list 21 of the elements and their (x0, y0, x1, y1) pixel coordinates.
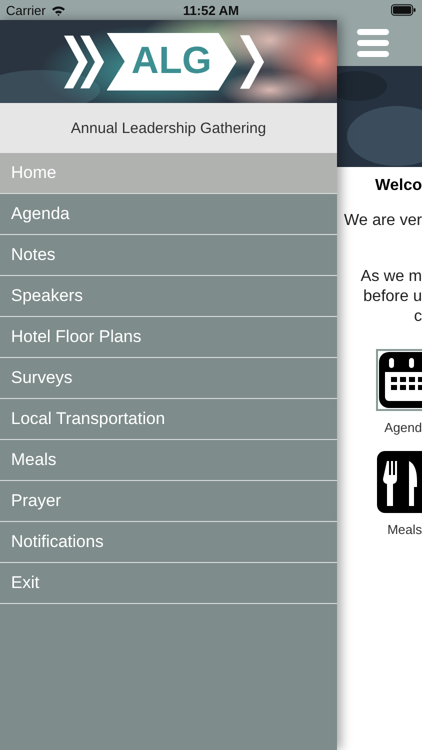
paragraph-line: c (414, 307, 422, 327)
menu-item[interactable]: Notifications (0, 522, 337, 563)
menu-item[interactable]: Prayer (0, 481, 337, 522)
menu-item[interactable]: Surveys (0, 358, 337, 399)
status-time: 11:52 AM (182, 2, 240, 18)
menu-item[interactable]: Hotel Floor Plans (0, 317, 337, 358)
paragraph-line: We are ver (344, 211, 422, 231)
menu-item[interactable]: Exit (0, 563, 337, 604)
tile-label[interactable]: Agend (384, 420, 422, 435)
menu-item[interactable]: Home (0, 153, 337, 194)
paragraph-line: As we m (360, 267, 422, 287)
menu-item[interactable]: Local Transportation (0, 399, 337, 440)
menu-item[interactable]: Meals (0, 440, 337, 481)
tile-label[interactable]: Meals (387, 522, 422, 537)
app-subtitle: Annual Leadership Gathering (0, 103, 337, 153)
menu-item[interactable]: Speakers (0, 276, 337, 317)
paragraph-line: before u (363, 287, 422, 307)
welcome-heading: Welco (375, 177, 422, 195)
carrier-name: Carrier (6, 2, 46, 18)
menu-item[interactable]: Notes (0, 235, 337, 276)
menu-item[interactable]: Agenda (0, 194, 337, 235)
